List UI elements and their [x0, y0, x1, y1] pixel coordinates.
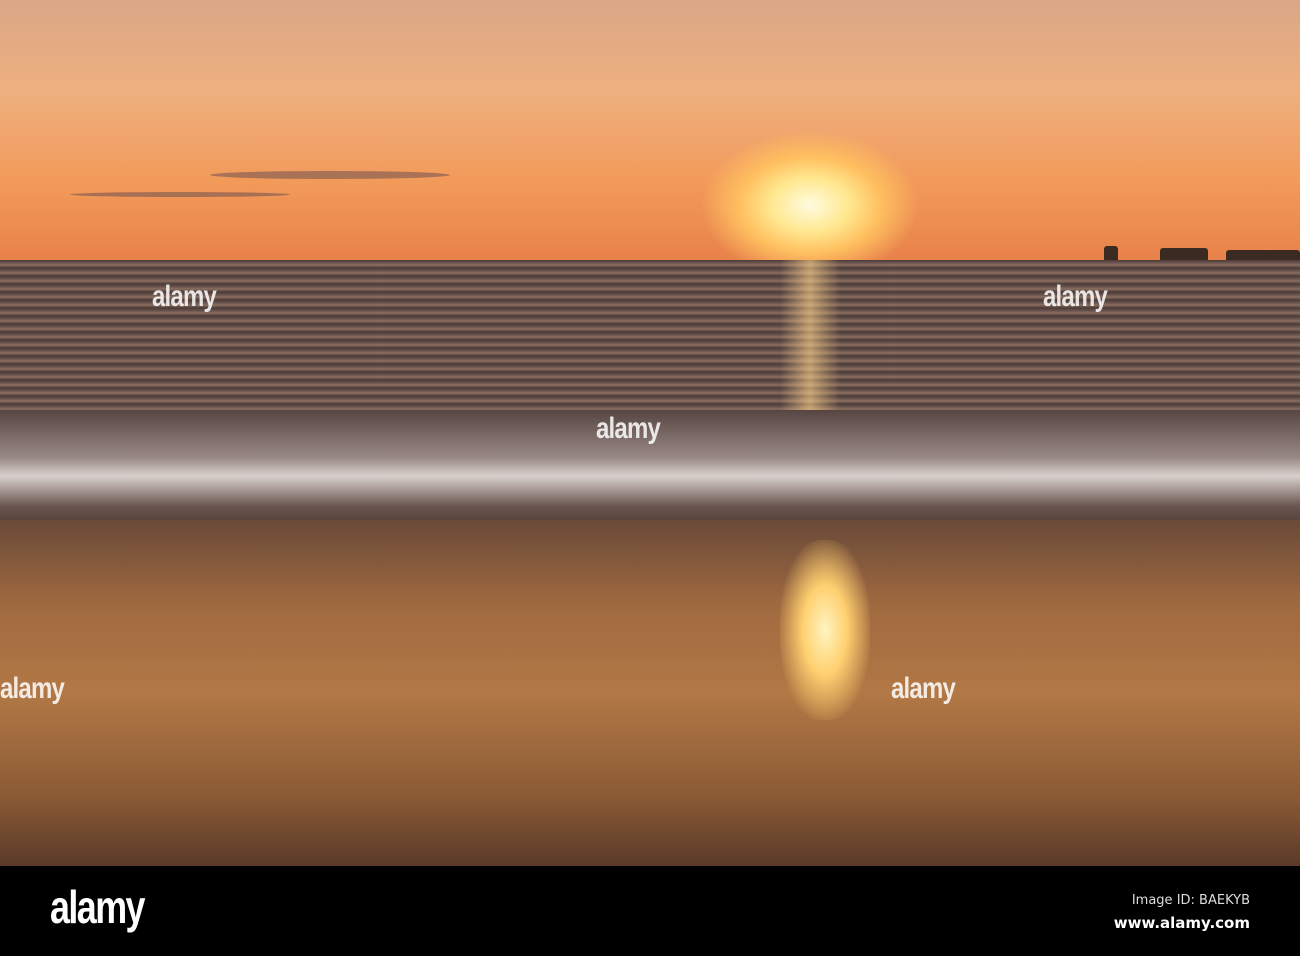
alamy-logo: alamy: [50, 881, 146, 933]
footer-bar: [0, 866, 1300, 956]
sunset-beach-photo: alamy alamy alamy alamy alamy: [0, 0, 1300, 866]
watermark: alamy: [0, 672, 65, 705]
image-id: Image ID: BAEKYB: [1131, 893, 1250, 908]
site-url: www.alamy.com: [1113, 914, 1250, 932]
watermark: alamy: [891, 672, 956, 705]
sky: [0, 0, 1300, 260]
wet-sand: [0, 520, 1300, 866]
cloud: [70, 192, 290, 197]
sun: [700, 130, 920, 280]
watermark: alamy: [152, 280, 217, 313]
cloud: [210, 171, 450, 179]
sun-reflection: [780, 540, 870, 720]
watermark: alamy: [1043, 280, 1108, 313]
sun-glint: [780, 260, 840, 420]
watermark: alamy: [596, 412, 661, 445]
